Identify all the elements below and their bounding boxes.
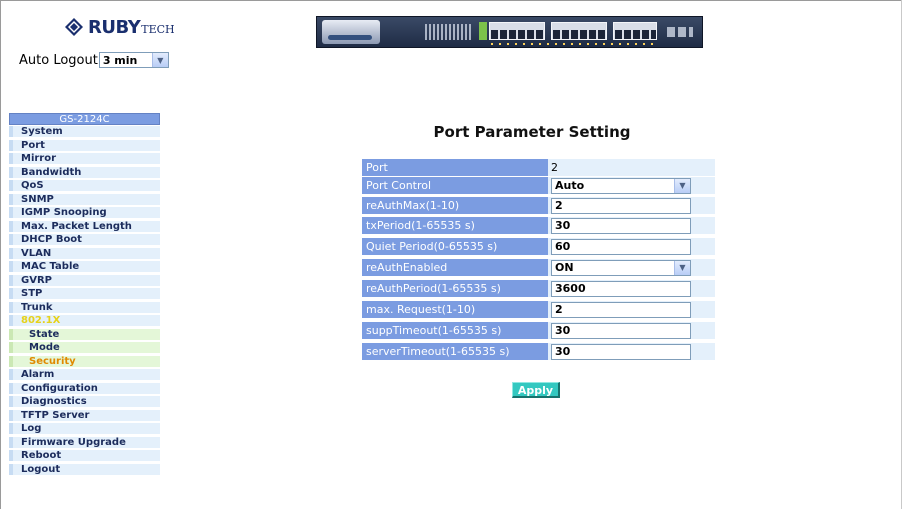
sidebar-item-snmp[interactable]: SNMP xyxy=(9,193,160,205)
chevron-down-icon[interactable]: ▼ xyxy=(674,178,690,193)
reauthperiod-input[interactable]: 3600 xyxy=(551,280,691,297)
sidebar-item-mac-table[interactable]: MAC Table xyxy=(9,261,160,272)
sidebar-item-vlan[interactable]: VLAN xyxy=(9,247,160,259)
sidebar-item-logout[interactable]: Logout xyxy=(9,463,160,475)
sidebar-subitem-security[interactable]: Security xyxy=(9,355,160,367)
sidebar-menu: GS-2124C System Port Mirror Bandwidth Qo… xyxy=(9,113,160,477)
switch-sfp-slots xyxy=(667,27,693,37)
max-request-label: max. Request(1-10) xyxy=(362,301,548,319)
switch-port-leds xyxy=(491,43,657,45)
sidebar-subitem-mode[interactable]: Mode xyxy=(9,342,160,353)
logo-subtext: TECH xyxy=(141,22,175,36)
sidebar-item-diagnostics[interactable]: Diagnostics xyxy=(9,396,160,407)
sidebar-item-system[interactable]: System xyxy=(9,126,160,137)
port-control-select[interactable]: Auto ▼ xyxy=(551,177,691,194)
supptimeout-label: suppTimeout(1-65535 s) xyxy=(362,322,548,340)
sidebar-item-tftp-server[interactable]: TFTP Server xyxy=(9,409,160,421)
switch-led-indicators xyxy=(425,24,473,40)
row-reauthperiod: reAuthPeriod(1-65535 s) 3600 xyxy=(362,280,715,298)
left-border xyxy=(0,0,1,509)
switch-status-led xyxy=(479,22,487,40)
servertimeout-label: serverTimeout(1-65535 s) xyxy=(362,343,548,361)
sidebar-item-mirror[interactable]: Mirror xyxy=(9,153,160,164)
quiet-period-input[interactable]: 60 xyxy=(551,238,691,255)
port-control-value: Auto xyxy=(555,179,585,192)
switch-port-block-3 xyxy=(613,22,657,40)
port-control-label: Port Control xyxy=(362,177,548,195)
txperiod-label: txPeriod(1-65535 s) xyxy=(362,217,548,235)
sidebar-item-igmp-snooping[interactable]: IGMP Snooping xyxy=(9,207,160,218)
row-port: Port 2 xyxy=(362,159,715,177)
sidebar-item-max-packet-length[interactable]: Max. Packet Length xyxy=(9,220,160,232)
switch-port-block-1 xyxy=(489,22,545,40)
page-title: Port Parameter Setting xyxy=(433,123,631,141)
sidebar-item-qos[interactable]: QoS xyxy=(9,180,160,191)
txperiod-input[interactable]: 30 xyxy=(551,217,691,234)
chevron-down-icon[interactable]: ▼ xyxy=(674,260,690,275)
quiet-period-label: Quiet Period(0-65535 s) xyxy=(362,238,548,256)
sidebar-item-log[interactable]: Log xyxy=(9,423,160,434)
sidebar-item-bandwidth[interactable]: Bandwidth xyxy=(9,166,160,178)
sidebar-subitem-state[interactable]: State xyxy=(9,328,160,340)
auto-logout-value: 3 min xyxy=(102,53,138,67)
sidebar-item-port[interactable]: Port xyxy=(9,139,160,151)
auto-logout-label: Auto Logout xyxy=(19,52,98,68)
sidebar-item-dhcp-boot[interactable]: DHCP Boot xyxy=(9,234,160,245)
port-label: Port xyxy=(362,159,548,177)
device-model-header: GS-2124C xyxy=(9,113,160,125)
sidebar-item-alarm[interactable]: Alarm xyxy=(9,369,160,380)
sidebar-item-configuration[interactable]: Configuration xyxy=(9,382,160,394)
servertimeout-input[interactable]: 30 xyxy=(551,343,691,360)
row-supptimeout: suppTimeout(1-65535 s) 30 xyxy=(362,322,715,340)
max-request-input[interactable]: 2 xyxy=(551,301,691,318)
reauthenabled-label: reAuthEnabled xyxy=(362,259,548,277)
logo-text: RUBY xyxy=(88,16,141,38)
ruby-gem-icon xyxy=(65,18,83,36)
sidebar-item-stp[interactable]: STP xyxy=(9,288,160,299)
auto-logout-select[interactable]: 3 min ▼ xyxy=(98,52,169,68)
sidebar-item-8021x[interactable]: 802.1X xyxy=(9,315,160,326)
switch-brand-plate xyxy=(322,20,380,44)
row-quiet-period: Quiet Period(0-65535 s) 60 xyxy=(362,238,715,256)
row-reauthenabled: reAuthEnabled ON ▼ xyxy=(362,259,715,277)
sidebar-item-reboot[interactable]: Reboot xyxy=(9,450,160,461)
row-max-request: max. Request(1-10) 2 xyxy=(362,301,715,319)
sidebar-item-firmware-upgrade[interactable]: Firmware Upgrade xyxy=(9,436,160,448)
top-border xyxy=(0,0,902,1)
row-reauthmax: reAuthMax(1-10) 2 xyxy=(362,197,715,215)
reauthmax-label: reAuthMax(1-10) xyxy=(362,197,548,215)
sidebar-item-gvrp[interactable]: GVRP xyxy=(9,274,160,286)
auto-logout: Auto Logout 3 min ▼ xyxy=(19,52,169,68)
supptimeout-input[interactable]: 30 xyxy=(551,322,691,339)
row-port-control: Port Control Auto ▼ xyxy=(362,177,715,195)
apply-button[interactable]: Apply xyxy=(512,382,560,398)
reauthperiod-label: reAuthPeriod(1-65535 s) xyxy=(362,280,548,298)
sidebar-item-trunk[interactable]: Trunk xyxy=(9,301,160,313)
switch-port-block-2 xyxy=(551,22,607,40)
reauthmax-input[interactable]: 2 xyxy=(551,197,691,214)
switch-panel-image xyxy=(316,16,703,48)
row-servertimeout: serverTimeout(1-65535 s) 30 xyxy=(362,343,715,361)
row-txperiod: txPeriod(1-65535 s) 30 xyxy=(362,217,715,235)
chevron-down-icon[interactable]: ▼ xyxy=(151,53,168,67)
reauthenabled-value: ON xyxy=(555,261,574,274)
port-value: 2 xyxy=(551,161,558,174)
brand-logo: RUBY TECH xyxy=(64,16,175,38)
reauthenabled-select[interactable]: ON ▼ xyxy=(551,259,691,276)
